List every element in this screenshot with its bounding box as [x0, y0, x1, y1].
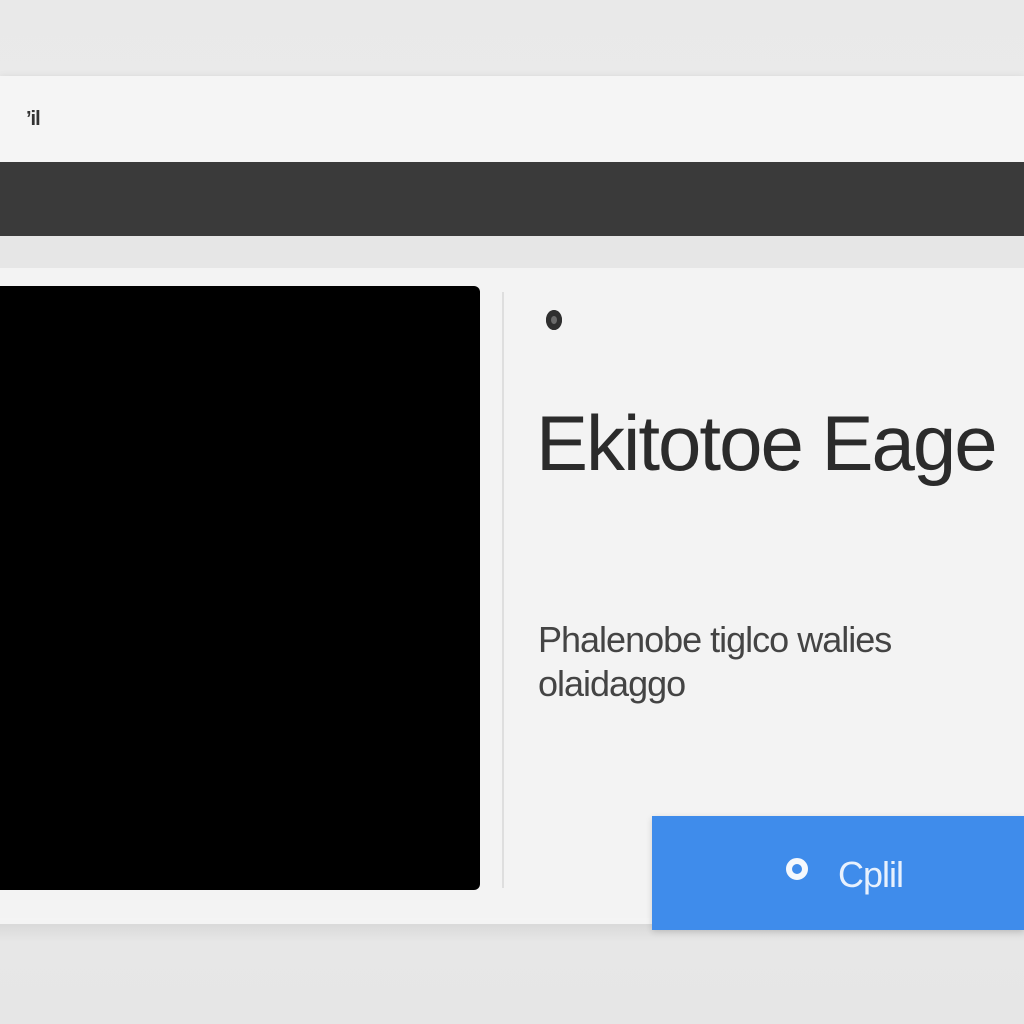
info-icon[interactable]: [546, 310, 562, 330]
title-bar: ’il: [0, 76, 1024, 162]
window-title: ’il: [26, 108, 41, 130]
description-text: Phalenobe tiglco walies olaidaggo: [538, 619, 892, 704]
page-title: Ekitotoe Eage: [536, 399, 998, 487]
dark-toolbar: [0, 162, 1024, 236]
app-window: ’il Ekitotoe Eage Phalenobe tiglco walie…: [0, 76, 1024, 924]
circle-icon: [786, 858, 808, 880]
primary-action-label: Cplil: [838, 854, 904, 895]
screen-background: ’il Ekitotoe Eage Phalenobe tiglco walie…: [0, 0, 1024, 1024]
panel-divider: [502, 292, 504, 888]
primary-action-button[interactable]: Cplil: [652, 816, 1024, 930]
separator-band: [0, 236, 1024, 268]
video-preview[interactable]: [0, 286, 480, 890]
